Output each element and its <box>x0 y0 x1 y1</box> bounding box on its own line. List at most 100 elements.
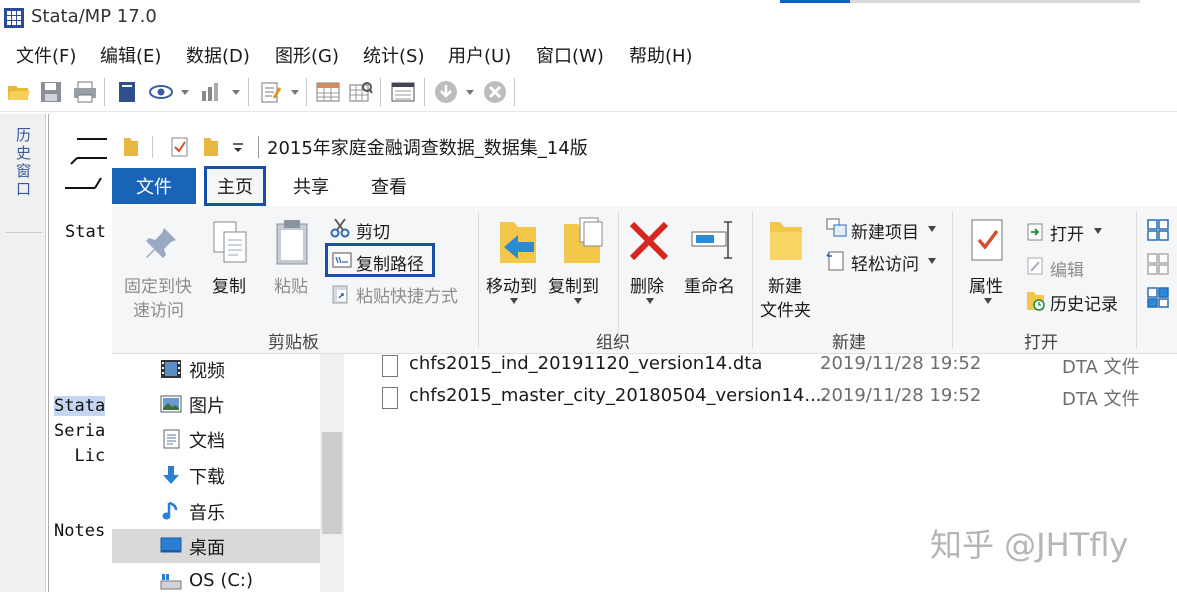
nav-item-label: 下载 <box>189 467 225 488</box>
properties-check-icon[interactable] <box>170 136 190 158</box>
menu-user[interactable]: 用户(U) <box>448 42 511 68</box>
stata-app-icon <box>4 8 24 28</box>
ribbon-tabs: 文件 主页 共享 查看 <box>112 166 1177 206</box>
copy-to-button[interactable]: 复制到 <box>548 272 599 297</box>
save-icon[interactable] <box>38 80 64 104</box>
menu-graphics[interactable]: 图形(G) <box>275 42 339 68</box>
new-item-button[interactable]: 新建项目 <box>851 218 919 243</box>
viewer-eye-icon[interactable] <box>148 80 174 104</box>
copy-button[interactable]: 复制 <box>212 272 246 297</box>
nav-item-videos[interactable]: 视频 <box>112 352 320 386</box>
file-icon <box>382 355 398 377</box>
menu-edit[interactable]: 编辑(E) <box>100 42 161 68</box>
drive-icon <box>160 574 182 590</box>
ribbon-home: 固定到快 速访问 复制 粘贴 剪切 复制路径 粘贴快捷方式 剪贴板 移动到 复制… <box>112 206 1177 354</box>
customize-qat-chevron-down-icon[interactable] <box>232 142 244 154</box>
new-item-chevron-down-icon[interactable] <box>928 226 936 232</box>
print-icon[interactable] <box>72 80 98 104</box>
delete-chevron-down-icon[interactable] <box>646 298 654 304</box>
history-panel-strip: 历史窗口 <box>0 114 46 592</box>
edit-button[interactable]: 编辑 <box>1050 256 1084 281</box>
cut-button[interactable]: 剪切 <box>356 218 390 243</box>
menu-statistics[interactable]: 统计(S) <box>363 42 424 68</box>
log-icon[interactable] <box>114 80 140 104</box>
desktop-icon <box>160 537 182 553</box>
file-date: 2019/11/28 19:52 <box>820 353 982 374</box>
menu-file[interactable]: 文件(F) <box>16 42 76 68</box>
data-editor-icon[interactable] <box>315 80 341 104</box>
stata-ascii-logo <box>65 138 107 189</box>
copy-to-chevron-down-icon[interactable] <box>574 298 582 304</box>
title-accent <box>780 0 850 3</box>
results-line: Stata <box>54 396 106 416</box>
menu-window[interactable]: 窗口(W) <box>536 42 604 68</box>
paste-button[interactable]: 粘贴 <box>274 272 308 297</box>
file-row[interactable]: chfs2015_master_city_20180504_version14.… <box>344 384 1177 416</box>
nav-item-documents[interactable]: 文档 <box>112 422 320 456</box>
group-organize-label: 组织 <box>596 333 630 353</box>
menu-help[interactable]: 帮助(H) <box>629 42 693 68</box>
open-chevron-down-icon[interactable] <box>1094 228 1102 234</box>
open-file-icon <box>1027 223 1043 241</box>
videos-icon <box>161 360 181 378</box>
properties-button[interactable]: 属性 <box>969 272 1003 297</box>
new-folder-label: 文件夹 <box>760 301 811 321</box>
stata-toolbar <box>0 72 1177 112</box>
nav-item-label: 桌面 <box>189 538 225 559</box>
nav-item-os-drive[interactable]: OS (C:) <box>112 565 320 599</box>
results-line: Stat <box>65 222 106 242</box>
file-name: chfs2015_ind_20191120_version14.dta <box>409 353 763 374</box>
paste-shortcut-icon <box>332 285 348 304</box>
window-title: Stata/MP 17.0 <box>31 6 157 27</box>
nav-item-pictures[interactable]: 图片 <box>112 387 320 421</box>
pin-to-quick-access-button[interactable]: 固定到快 <box>124 272 192 297</box>
variables-manager-icon[interactable] <box>390 80 416 104</box>
copy-icon <box>213 221 247 263</box>
nav-item-music[interactable]: 音乐 <box>112 494 320 528</box>
delete-icon <box>629 221 669 261</box>
open-icon[interactable] <box>6 80 32 104</box>
menu-bar: 文件(F) 编辑(E) 数据(D) 图形(G) 统计(S) 用户(U) 窗口(W… <box>0 36 1177 70</box>
stata-title-bar: Stata/MP 17.0 <box>0 0 1177 36</box>
copy-path-button[interactable]: 复制路径 <box>356 250 424 275</box>
new-folder-qat-icon[interactable] <box>202 136 220 158</box>
tab-file[interactable]: 文件 <box>112 168 196 204</box>
more-icon[interactable] <box>433 80 459 104</box>
tab-home[interactable]: 主页 <box>204 166 266 206</box>
results-window: Stat Stata Seria Lic Notes <box>48 114 118 592</box>
new-folder-button[interactable]: 新建 <box>768 272 802 297</box>
rename-button[interactable]: 重命名 <box>684 272 735 297</box>
data-browser-icon[interactable] <box>348 80 374 104</box>
do-file-editor-icon[interactable] <box>258 80 284 104</box>
nav-item-desktop[interactable]: 桌面 <box>112 529 320 563</box>
delete-button[interactable]: 删除 <box>630 272 664 297</box>
group-new-label: 新建 <box>832 333 866 353</box>
history-button[interactable]: 历史记录 <box>1050 290 1118 315</box>
break-icon[interactable] <box>482 80 508 104</box>
file-name: chfs2015_master_city_20180504_version14.… <box>409 385 828 406</box>
results-line: Notes <box>54 521 106 541</box>
properties-chevron-down-icon[interactable] <box>984 298 992 304</box>
paste-shortcut-button[interactable]: 粘贴快捷方式 <box>356 282 458 307</box>
edit-icon <box>1027 257 1043 275</box>
tab-view[interactable]: 查看 <box>358 168 420 204</box>
nav-scrollbar[interactable] <box>320 354 344 592</box>
move-to-button[interactable]: 移动到 <box>486 272 537 297</box>
nav-scrollbar-thumb[interactable] <box>322 432 342 534</box>
file-row[interactable]: chfs2015_ind_20191120_version14.dta 2019… <box>344 352 1177 384</box>
easy-access-button[interactable]: 轻松访问 <box>851 250 919 275</box>
move-to-chevron-down-icon[interactable] <box>510 298 518 304</box>
nav-item-label: 图片 <box>189 396 225 417</box>
copy-to-icon <box>564 217 603 263</box>
menu-data[interactable]: 数据(D) <box>186 42 250 68</box>
easy-access-chevron-down-icon[interactable] <box>928 258 936 264</box>
nav-item-label: 文档 <box>189 431 225 452</box>
graph-icon[interactable] <box>198 80 224 104</box>
file-type: DTA 文件 <box>1062 357 1140 378</box>
nav-item-downloads[interactable]: 下载 <box>112 458 320 492</box>
nav-item-label: 视频 <box>189 361 225 382</box>
tab-share[interactable]: 共享 <box>280 168 342 204</box>
open-button[interactable]: 打开 <box>1050 220 1084 245</box>
history-tab[interactable]: 历史窗口 <box>16 126 34 198</box>
file-icon <box>382 387 398 409</box>
